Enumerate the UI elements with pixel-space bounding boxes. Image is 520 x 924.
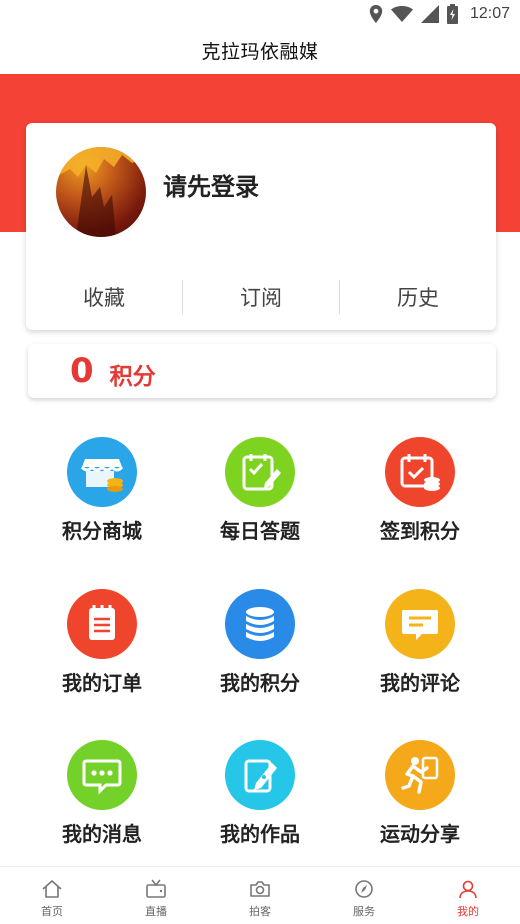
- tab-label: 我的: [457, 905, 479, 918]
- grid-item-label: 运动分享: [380, 822, 460, 846]
- grid-item-label: 我的消息: [62, 822, 142, 846]
- grid-item-label: 我的积分: [220, 671, 300, 695]
- grid-item-label: 每日答题: [220, 519, 300, 543]
- grid-item-my-points[interactable]: 我的积分: [185, 589, 335, 709]
- bottom-tab-bar: 首页 直播 拍客 服务 我的: [0, 866, 520, 924]
- grid-item-label: 我的评论: [380, 671, 460, 695]
- profile-card: 请先登录 收藏 订阅 历史: [26, 123, 496, 330]
- profile-links: 收藏 订阅 历史: [26, 279, 496, 315]
- tv-icon: [146, 879, 166, 898]
- grid-item-label: 我的作品: [220, 822, 300, 846]
- camera-icon: [250, 881, 270, 897]
- grid-item-label: 积分商城: [62, 519, 142, 543]
- quiz-checklist-icon: [225, 437, 295, 507]
- running-person-icon: [385, 740, 455, 810]
- status-time: 12:07: [469, 5, 510, 22]
- grid-item-my-messages[interactable]: 我的消息: [27, 740, 177, 860]
- tab-live[interactable]: 直播: [104, 867, 208, 924]
- grid-item-daily-quiz[interactable]: 每日答题: [185, 437, 335, 557]
- tab-photographer[interactable]: 拍客: [208, 867, 312, 924]
- tab-label: 直播: [145, 905, 167, 918]
- battery-icon: [446, 4, 458, 24]
- comment-bubble-icon: [385, 589, 455, 659]
- calendar-checkin-icon: [385, 437, 455, 507]
- app-title: 克拉玛依融媒: [201, 40, 319, 63]
- favorites-link[interactable]: 收藏: [26, 279, 182, 315]
- tab-label: 拍客: [249, 905, 271, 918]
- login-prompt[interactable]: 请先登录: [163, 167, 259, 202]
- message-bubble-icon: [67, 740, 137, 810]
- cellular-signal-icon: [420, 5, 439, 23]
- pen-document-icon: [225, 740, 295, 810]
- subscriptions-link[interactable]: 订阅: [183, 279, 339, 315]
- status-bar: 12:07: [0, 0, 520, 28]
- order-notepad-icon: [67, 589, 137, 659]
- history-link[interactable]: 历史: [340, 279, 496, 315]
- grid-item-points-mall[interactable]: 积分商城: [27, 437, 177, 557]
- home-icon: [42, 880, 62, 898]
- person-icon: [459, 880, 477, 899]
- tab-home[interactable]: 首页: [0, 867, 104, 924]
- grid-item-label: 签到积分: [380, 519, 460, 543]
- coin-stack-icon: [225, 589, 295, 659]
- grid-item-label: 我的订单: [62, 671, 142, 695]
- points-card[interactable]: 0 积分: [28, 344, 496, 398]
- points-label: 积分: [109, 364, 156, 390]
- store-icon: [67, 437, 137, 507]
- grid-item-my-works[interactable]: 我的作品: [185, 740, 335, 860]
- tab-services[interactable]: 服务: [312, 867, 416, 924]
- grid-item-checkin-points[interactable]: 签到积分: [345, 437, 495, 557]
- tab-label: 服务: [353, 905, 375, 918]
- grid-item-my-orders[interactable]: 我的订单: [27, 589, 177, 709]
- title-bar: 克拉玛依融媒: [0, 28, 520, 72]
- points-value: 0: [70, 351, 94, 391]
- avatar[interactable]: [56, 147, 146, 237]
- wifi-icon: [390, 6, 413, 22]
- tab-mine[interactable]: 我的: [416, 867, 520, 924]
- location-icon: [369, 5, 383, 23]
- avatar-image: [56, 147, 146, 237]
- tab-label: 首页: [41, 905, 63, 918]
- grid-item-sports-share[interactable]: 运动分享: [345, 740, 495, 860]
- compass-icon: [355, 880, 373, 898]
- grid-item-my-comments[interactable]: 我的评论: [345, 589, 495, 709]
